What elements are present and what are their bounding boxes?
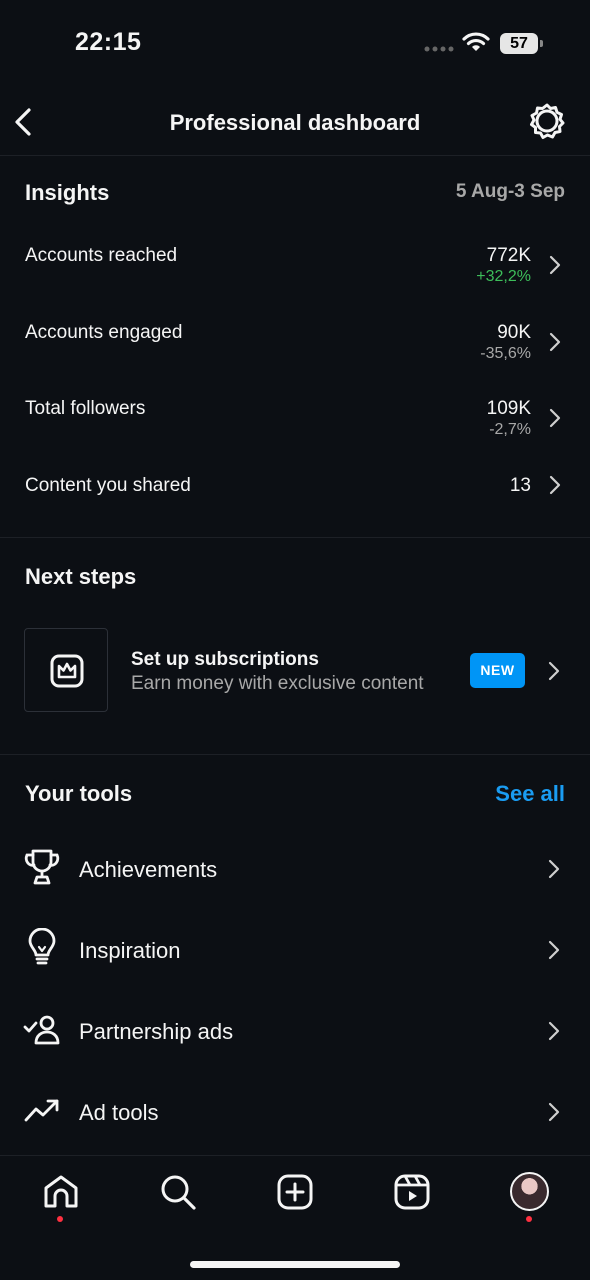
lightbulb-icon	[28, 928, 56, 965]
metric-change: -35,6%	[480, 345, 531, 362]
notification-dot	[526, 1216, 532, 1222]
section-divider	[0, 754, 590, 755]
reels-icon	[394, 1174, 430, 1210]
tool-inspiration[interactable]: Inspiration	[0, 928, 590, 988]
trending-up-icon	[24, 1099, 59, 1122]
status-bar: 22:15 57	[0, 0, 590, 90]
metric-label: Total followers	[25, 398, 146, 419]
chevron-right-icon	[548, 1021, 560, 1041]
metric-label: Accounts reached	[25, 245, 178, 266]
subscriptions-description: Earn money with exclusive content	[131, 673, 424, 694]
chevron-right-icon	[548, 1102, 560, 1122]
partnership-icon	[23, 1015, 60, 1045]
tool-achievements[interactable]: Achievements	[0, 847, 590, 907]
trophy-icon	[24, 849, 60, 885]
insights-heading: Insights	[25, 180, 110, 205]
section-divider	[0, 537, 590, 538]
next-steps-heading: Next steps	[25, 564, 137, 589]
metric-value: 90K	[497, 322, 531, 343]
tool-partnership-ads[interactable]: Partnership ads	[0, 1009, 590, 1069]
subscriptions-icon-box	[24, 628, 108, 712]
subscriptions-card[interactable]: Set up subscriptions Earn money with exc…	[0, 628, 590, 714]
chevron-right-icon	[548, 940, 560, 960]
metric-accounts-reached[interactable]: Accounts reached 772K +32,2%	[0, 245, 590, 305]
chevron-right-icon	[549, 475, 561, 495]
crown-icon	[50, 654, 84, 688]
new-badge: NEW	[470, 653, 525, 688]
cellular-signal-icon	[424, 46, 454, 52]
tool-label: Ad tools	[79, 1100, 159, 1125]
metric-label: Content you shared	[25, 475, 191, 496]
create-icon	[277, 1174, 313, 1210]
chevron-right-icon	[549, 408, 561, 428]
metric-accounts-engaged[interactable]: Accounts engaged 90K -35,6%	[0, 322, 590, 382]
tab-create[interactable]	[275, 1172, 315, 1212]
chevron-right-icon	[549, 255, 561, 275]
nav-header: Professional dashboard	[0, 90, 590, 156]
see-all-link[interactable]: See all	[495, 781, 565, 807]
metric-content-shared[interactable]: Content you shared 13	[0, 475, 590, 535]
home-indicator	[190, 1261, 400, 1268]
home-icon	[44, 1175, 78, 1208]
metric-change: +32,2%	[476, 268, 531, 285]
notification-dot	[57, 1216, 63, 1222]
tool-label: Achievements	[79, 857, 218, 882]
subscriptions-title: Set up subscriptions	[131, 649, 319, 670]
metric-total-followers[interactable]: Total followers 109K -2,7%	[0, 398, 590, 458]
chevron-right-icon	[548, 859, 560, 879]
metric-value: 13	[509, 475, 531, 496]
search-icon	[161, 1175, 196, 1210]
tab-reels[interactable]	[392, 1172, 432, 1212]
chevron-right-icon	[549, 332, 561, 352]
tool-ad-tools[interactable]: Ad tools	[0, 1090, 590, 1150]
tool-label: Partnership ads	[79, 1019, 234, 1044]
battery-indicator: 57	[500, 33, 543, 54]
page-title: Professional dashboard	[169, 110, 421, 135]
wifi-icon	[462, 32, 490, 51]
settings-icon[interactable]	[528, 102, 566, 140]
tab-home[interactable]	[41, 1172, 81, 1222]
tools-heading: Your tools	[25, 781, 133, 806]
tab-search[interactable]	[158, 1172, 198, 1212]
metric-label: Accounts engaged	[25, 322, 183, 343]
insights-date-range[interactable]: 5 Aug-3 Sep	[456, 181, 565, 203]
metric-value: 109K	[486, 398, 531, 419]
status-time: 22:15	[75, 28, 142, 56]
profile-avatar[interactable]	[510, 1172, 549, 1211]
chevron-right-icon	[548, 661, 560, 681]
metric-change: -2,7%	[489, 421, 531, 438]
tool-label: Inspiration	[79, 938, 181, 963]
metric-value: 772K	[486, 245, 531, 266]
